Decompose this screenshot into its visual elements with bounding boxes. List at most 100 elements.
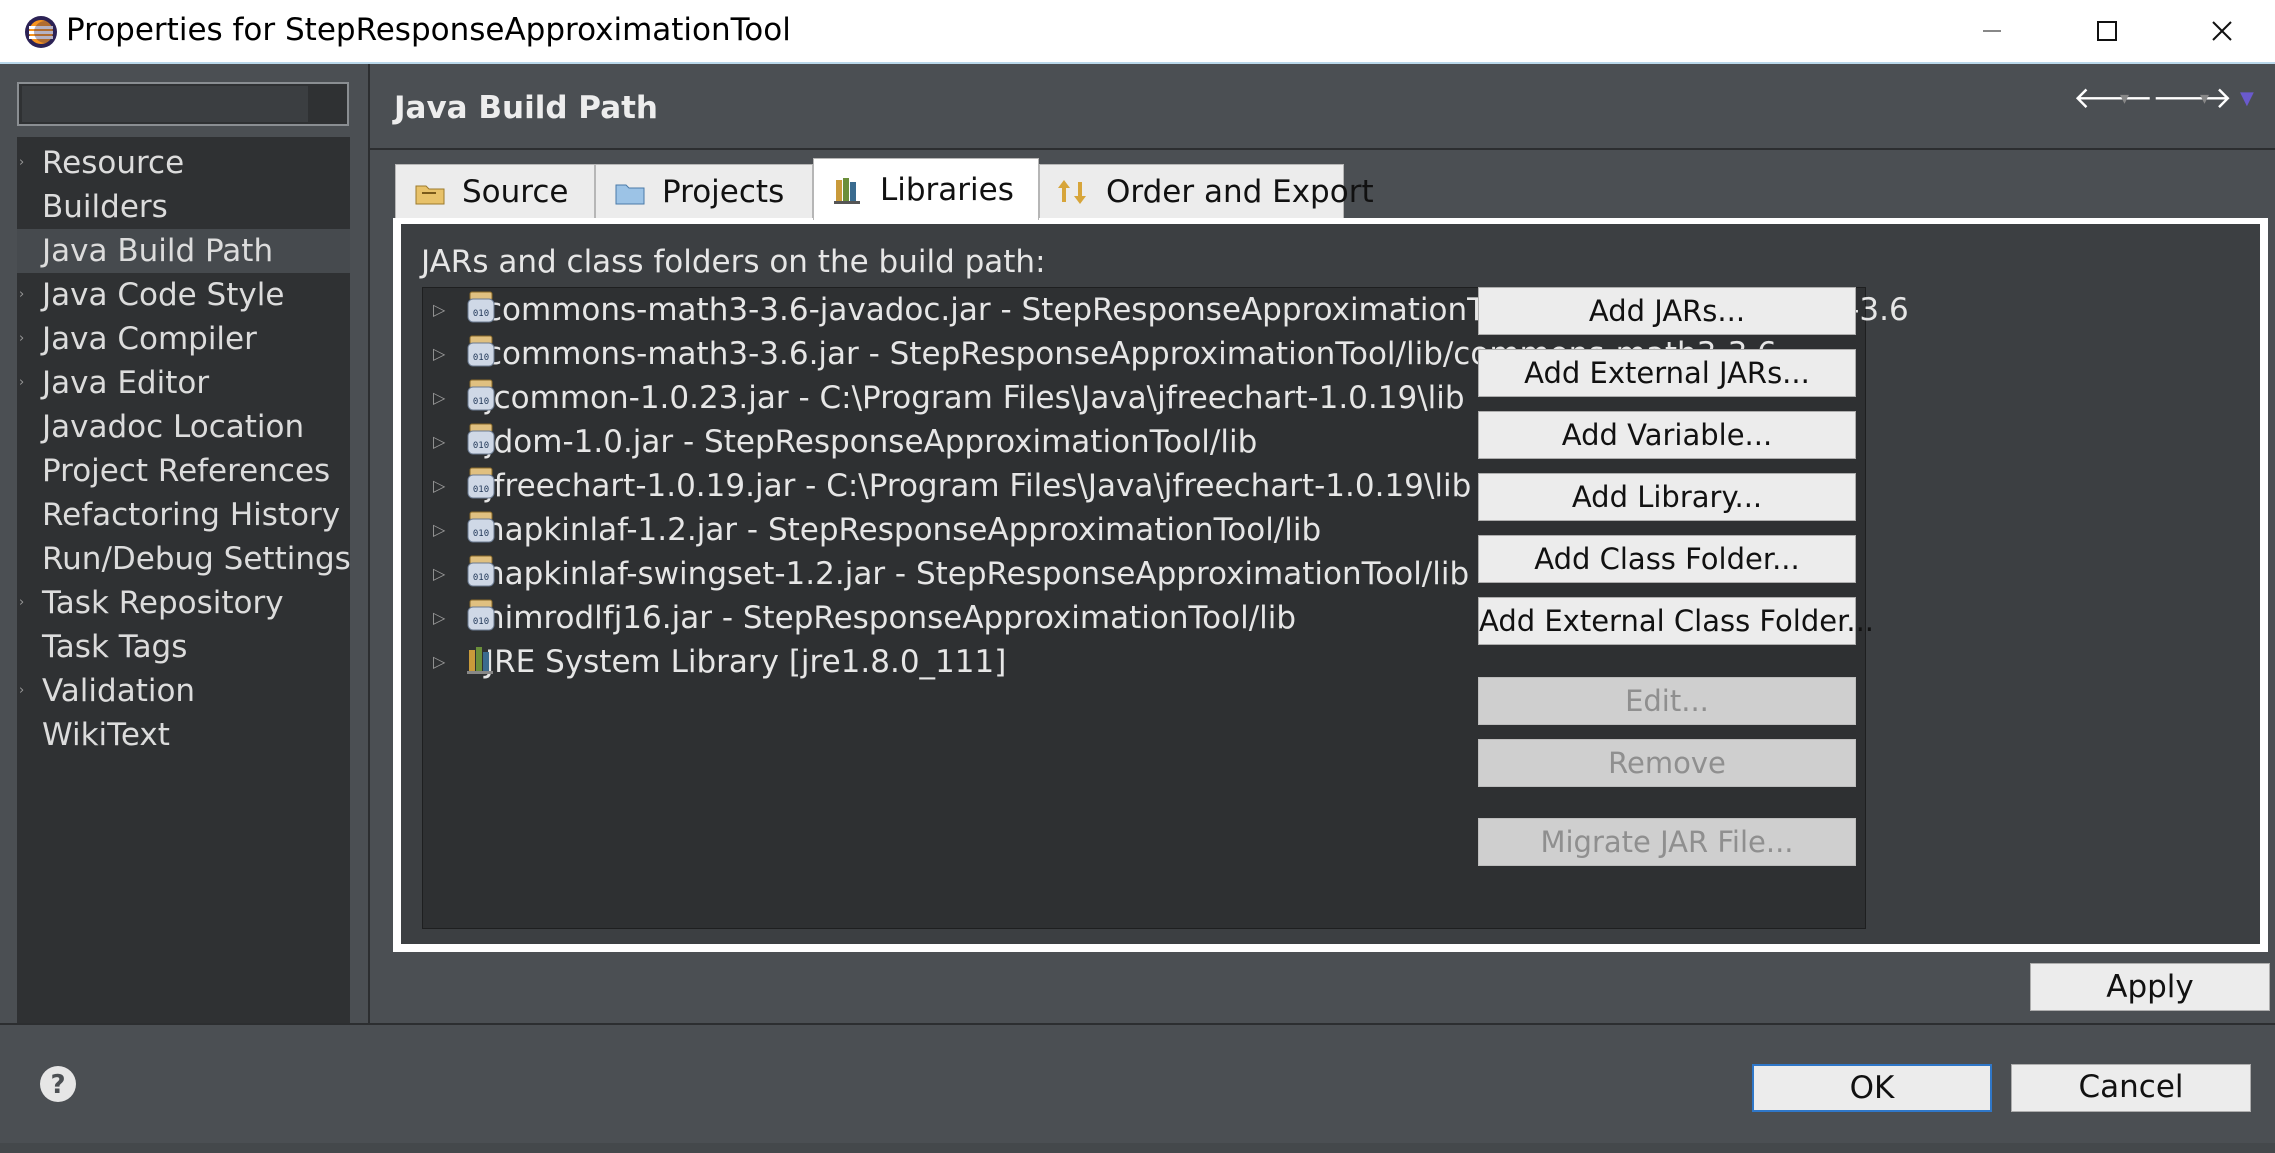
nav-item-task-repository[interactable]: › Task Repository (17, 581, 350, 625)
nav-item-task-tags[interactable]: Task Tags (17, 625, 350, 669)
expand-triangle-icon[interactable]: ▷ (433, 376, 445, 420)
add-class-folder-button[interactable]: Add Class Folder... (1478, 535, 1856, 583)
nav-item-label: Javadoc Location (42, 409, 305, 445)
nav-item-label: Validation (42, 673, 196, 709)
add-jars-button[interactable]: Add JARs... (1478, 287, 1856, 335)
nav-item-wikitext[interactable]: WikiText (17, 713, 350, 757)
remove-button[interactable]: Remove (1478, 739, 1856, 787)
expand-arrow-icon[interactable]: › (19, 141, 24, 185)
jar-icon: 010 (467, 598, 495, 632)
ok-button[interactable]: OK (1752, 1064, 1992, 1112)
library-icon (467, 642, 495, 676)
migrate-jar-file-button[interactable]: Migrate JAR File... (1478, 818, 1856, 866)
entry-label: JRE System Library [jre1.8.0_111] (485, 644, 1007, 680)
svg-text:010: 010 (473, 573, 489, 583)
expand-triangle-icon[interactable]: ▷ (433, 464, 445, 508)
edit-button[interactable]: Edit... (1478, 677, 1856, 725)
close-button[interactable] (2167, 0, 2275, 62)
entry-label: napkinlaf-1.2.jar - StepResponseApproxim… (485, 512, 1322, 548)
nav-item-run-debug-settings[interactable]: Run/Debug Settings (17, 537, 351, 581)
expand-arrow-icon[interactable]: › (19, 273, 24, 317)
nav-item-resource[interactable]: › Resource (17, 141, 350, 185)
nav-item-java-build-path[interactable]: Java Build Path (17, 229, 350, 273)
jar-icon: 010 (467, 510, 495, 544)
property-page-tree: › Resource Builders Java Build Path › Java Co… (17, 137, 351, 1025)
maximize-button[interactable] (2052, 0, 2162, 62)
maximize-icon (2097, 21, 2117, 41)
expand-triangle-icon[interactable]: ▷ (433, 552, 445, 596)
entry-label: jdom-1.0.jar - StepResponseApproximation… (485, 424, 1258, 460)
entry-label: jcommon-1.0.23.jar - C:\Program Files\Ja… (485, 380, 1465, 416)
nav-item-java-compiler[interactable]: › Java Compiler (17, 317, 350, 361)
minimize-button[interactable] (1937, 0, 2047, 62)
filter-input-field (22, 86, 308, 122)
tab-label: Source (462, 174, 569, 210)
libraries-panel: JARs and class folders on the build path… (401, 224, 2260, 944)
tab-source[interactable]: Source (395, 164, 595, 220)
expand-triangle-icon[interactable]: ▷ (433, 332, 445, 376)
expand-triangle-icon[interactable]: ▷ (433, 508, 445, 552)
jar-icon: 010 (467, 334, 495, 368)
sash-divider[interactable] (368, 64, 370, 1024)
cancel-button[interactable]: Cancel (2011, 1064, 2251, 1112)
nav-item-label: WikiText (42, 717, 170, 753)
expand-arrow-icon[interactable]: › (19, 361, 24, 405)
expand-triangle-icon[interactable]: ▷ (433, 640, 445, 684)
svg-text:?: ? (50, 1070, 65, 1100)
nav-item-label: Run/Debug Settings (42, 541, 351, 577)
nav-item-refactoring-history[interactable]: Refactoring History (17, 493, 350, 537)
expand-arrow-icon[interactable]: › (19, 669, 24, 713)
list-label: JARs and class folders on the build path… (421, 244, 1046, 280)
svg-text:010: 010 (473, 529, 489, 539)
expand-triangle-icon[interactable]: ▷ (433, 420, 445, 464)
svg-text:010: 010 (473, 617, 489, 627)
back-arrow-icon[interactable]: 🡐 (2073, 80, 2153, 116)
nav-item-label: Builders (42, 189, 168, 225)
minimize-icon (1983, 30, 2001, 32)
entry-label: jfreechart-1.0.19.jar - C:\Program Files… (485, 468, 1472, 504)
nav-item-label: Java Editor (42, 365, 210, 401)
help-icon[interactable]: ? (38, 1064, 78, 1104)
nav-item-javadoc-location[interactable]: Javadoc Location (17, 405, 350, 449)
order-export-icon (1058, 176, 1090, 208)
forward-history-dropdown-icon[interactable]: ▾ (2200, 88, 2209, 109)
nav-item-project-references[interactable]: Project References (17, 449, 350, 493)
expand-arrow-icon[interactable]: › (19, 317, 24, 361)
expand-triangle-icon[interactable]: ▷ (433, 288, 445, 332)
jar-icon: 010 (467, 422, 495, 456)
add-variable-button[interactable]: Add Variable... (1478, 411, 1856, 459)
add-library-button[interactable]: Add Library... (1478, 473, 1856, 521)
nav-item-builders[interactable]: Builders (17, 185, 350, 229)
nav-item-label: Task Tags (42, 629, 188, 665)
title-bar: Properties for StepResponseApproximation… (0, 0, 2275, 64)
nav-item-label: Java Code Style (42, 277, 285, 313)
nav-item-java-code-style[interactable]: › Java Code Style (17, 273, 350, 317)
header-separator (370, 148, 2275, 150)
eclipse-icon (25, 16, 57, 48)
libraries-tab-panel: JARs and class folders on the build path… (393, 218, 2268, 952)
add-external-jars-button[interactable]: Add External JARs... (1478, 349, 1856, 397)
jar-icon: 010 (467, 378, 495, 412)
svg-text:010: 010 (473, 353, 489, 363)
jar-icon: 010 (467, 290, 495, 324)
libraries-icon (832, 174, 864, 206)
tab-label: Projects (662, 174, 785, 210)
nav-item-label: Task Repository (42, 585, 284, 621)
entry-label: napkinlaf-swingset-1.2.jar - StepRespons… (485, 556, 1470, 592)
nav-item-label: Project References (42, 453, 331, 489)
jar-icon: 010 (467, 554, 495, 588)
nav-item-java-editor[interactable]: › Java Editor (17, 361, 350, 405)
forward-arrow-icon[interactable]: 🡒 (2152, 80, 2232, 116)
add-external-class-folder-button[interactable]: Add External Class Folder... (1478, 597, 1874, 645)
expand-triangle-icon[interactable]: ▷ (433, 596, 445, 640)
view-menu-icon[interactable]: ▼ (2240, 88, 2254, 109)
back-history-dropdown-icon[interactable]: ▾ (2120, 88, 2129, 109)
close-icon (2212, 21, 2232, 41)
tab-libraries[interactable]: Libraries (813, 158, 1039, 220)
tab-order-and-export[interactable]: Order and Export (1039, 164, 1374, 220)
tab-projects[interactable]: Projects (595, 164, 813, 220)
nav-item-label: Java Compiler (42, 321, 257, 357)
expand-arrow-icon[interactable]: › (19, 581, 24, 625)
apply-button[interactable]: Apply (2030, 963, 2270, 1011)
nav-item-validation[interactable]: › Validation (17, 669, 350, 713)
